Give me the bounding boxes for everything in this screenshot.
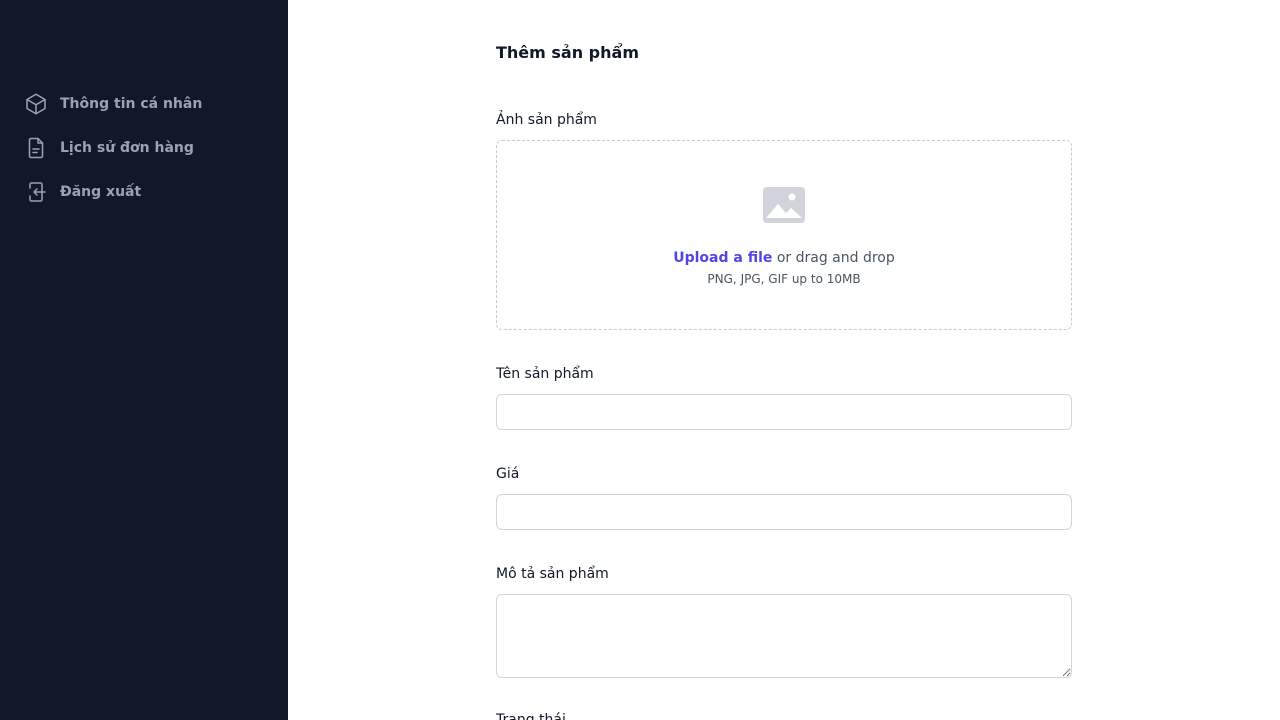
photo-icon [763, 187, 805, 223]
sidebar-item-label: Đăng xuất [60, 184, 142, 200]
upload-hint: PNG, JPG, GIF up to 10MB [707, 272, 861, 286]
sidebar-nav: Thông tin cá nhân Lịch sử đơn hàng Đăng … [16, 82, 272, 214]
sidebar-item-label: Lịch sử đơn hàng [60, 140, 194, 156]
upload-suffix: or drag and drop [772, 250, 895, 266]
main-content: Thêm sản phẩm Ảnh sản phẩm Upload a file… [288, 0, 1280, 720]
description-label: Mô tả sản phẩm [496, 566, 609, 582]
upload-instructions: Upload a file or drag and drop [497, 248, 1071, 268]
sidebar-item-profile[interactable]: Thông tin cá nhân [16, 82, 272, 126]
sidebar-item-label: Thông tin cá nhân [60, 96, 203, 112]
price-label: Giá [496, 466, 520, 482]
page-title: Thêm sản phẩm [496, 43, 639, 62]
product-name-label: Tên sản phẩm [496, 366, 594, 382]
upload-file-link[interactable]: Upload a file [673, 250, 772, 266]
cube-icon [24, 92, 48, 116]
description-textarea[interactable] [496, 594, 1072, 678]
price-input[interactable] [496, 494, 1072, 530]
product-name-input[interactable] [496, 394, 1072, 430]
sidebar-item-logout[interactable]: Đăng xuất [16, 170, 272, 214]
sidebar-item-order-history[interactable]: Lịch sử đơn hàng [16, 126, 272, 170]
document-icon [24, 136, 48, 160]
app-layout: Thông tin cá nhân Lịch sử đơn hàng Đăng … [0, 0, 1280, 720]
sidebar: Thông tin cá nhân Lịch sử đơn hàng Đăng … [0, 0, 288, 720]
logout-icon [24, 180, 48, 204]
status-label: Trạng thái [496, 712, 566, 720]
image-label: Ảnh sản phẩm [496, 112, 597, 128]
image-dropzone[interactable]: Upload a file or drag and drop PNG, JPG,… [496, 140, 1072, 330]
